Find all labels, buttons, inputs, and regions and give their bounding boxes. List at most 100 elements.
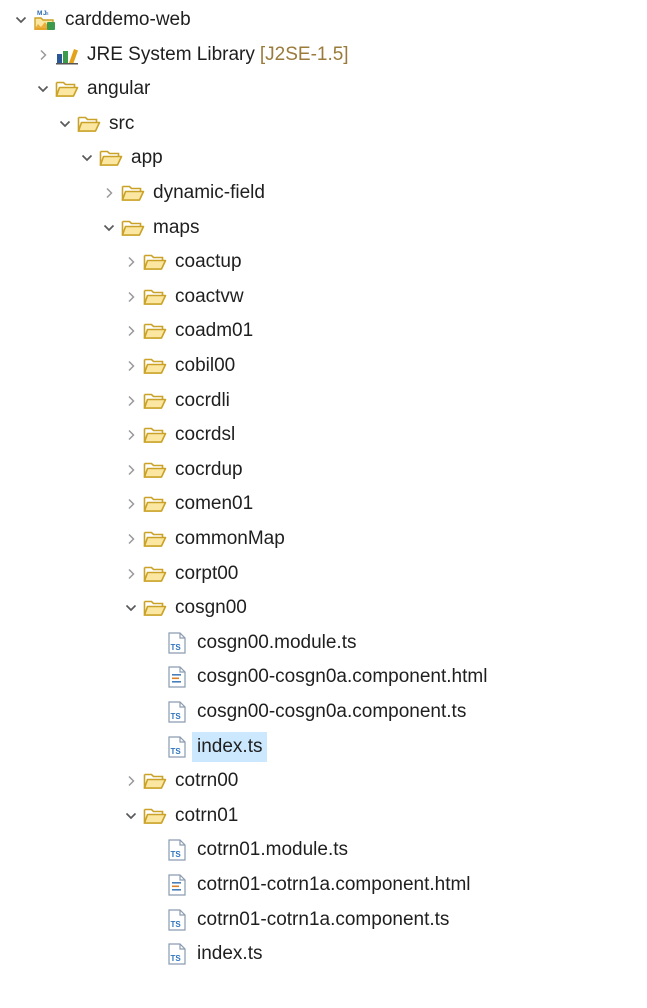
tree-item-label: carddemo-web: [65, 9, 191, 30]
tree-item-cotrn01-cotrn1a-component-ts[interactable]: TS cotrn01-cotrn1a.component.ts: [145, 905, 449, 935]
tree-item-cocrdup[interactable]: cocrdup: [123, 455, 243, 485]
tree-item-label: index.ts: [197, 943, 263, 965]
chevron-down-icon[interactable]: [123, 801, 139, 831]
tree-item-label: cocrdli: [175, 389, 230, 411]
folder-icon: [77, 112, 101, 136]
tree-item-cocrdli[interactable]: cocrdli: [123, 386, 230, 416]
typescript-file-icon: TS: [165, 631, 189, 655]
tree-item-label: coactup: [175, 251, 242, 273]
tree-item-commonmap[interactable]: commonMap: [123, 524, 285, 554]
tree-item-index-ts[interactable]: TS index.ts: [145, 939, 262, 969]
tree-item-label: cocrdsl: [175, 424, 236, 446]
tree-item-label: cotrn00: [175, 770, 239, 792]
html-file-icon: [165, 873, 189, 897]
tree-item-cotrn01[interactable]: cotrn01: [123, 801, 238, 831]
typescript-file-icon: TS: [165, 700, 189, 724]
folder-icon: [143, 804, 167, 828]
chevron-right-icon[interactable]: [123, 420, 139, 450]
tree-item-cotrn01-module-ts[interactable]: TS cotrn01.module.ts: [145, 835, 348, 865]
svg-text:TS: TS: [171, 712, 182, 721]
chevron-right-icon[interactable]: [123, 489, 139, 519]
tree-item-label: cosgn00: [175, 597, 247, 619]
tree-item-label: cotrn01-cotrn1a.component.html: [197, 874, 471, 895]
tree-item-label: JRE System Library: [87, 43, 255, 65]
folder-icon: [55, 77, 79, 101]
folder-icon: [143, 562, 167, 586]
tree-item-label: app: [131, 147, 163, 169]
folder-icon: [143, 354, 167, 378]
tree-item-coactup[interactable]: coactup: [123, 247, 242, 277]
chevron-right-icon[interactable]: [101, 178, 117, 208]
tree-item-cosgn00[interactable]: cosgn00: [123, 593, 247, 623]
tree-item-src[interactable]: src: [57, 109, 134, 139]
chevron-right-icon[interactable]: [123, 316, 139, 346]
chevron-down-icon[interactable]: [123, 593, 139, 623]
chevron-right-icon[interactable]: [123, 559, 139, 589]
chevron-right-icon[interactable]: [123, 524, 139, 554]
chevron-down-icon[interactable]: [101, 213, 117, 243]
tree-item-label: cosgn00-cosgn0a.component.ts: [197, 701, 467, 722]
chevron-down-icon[interactable]: [13, 5, 29, 35]
typescript-file-icon: TS: [165, 908, 189, 932]
svg-text:TS: TS: [171, 920, 182, 929]
svg-text:TS: TS: [171, 850, 182, 859]
typescript-file-icon: TS: [165, 735, 189, 759]
tree-item-cocrdsl[interactable]: cocrdsl: [123, 420, 235, 450]
tree-item-label: dynamic-field: [153, 182, 265, 203]
tree-item-label: index.ts: [192, 731, 268, 762]
library-icon: [55, 43, 79, 67]
folder-icon: [143, 527, 167, 551]
chevron-right-icon[interactable]: [123, 386, 139, 416]
tree-item-angular[interactable]: angular: [35, 74, 150, 104]
tree-item-label: cobil00: [175, 355, 236, 376]
web-project-icon: M J s: [33, 8, 57, 32]
chevron-right-icon[interactable]: [123, 766, 139, 796]
tree-item-cosgn00-cosgn0a-component-ts[interactable]: TS cosgn00-cosgn0a.component.ts: [145, 697, 466, 727]
chevron-down-icon[interactable]: [57, 109, 73, 139]
tree-item-label: comen01: [175, 493, 254, 515]
tree-item-carddemo-web[interactable]: M J s carddemo-web: [13, 5, 191, 35]
tree-item-corpt00[interactable]: corpt00: [123, 559, 238, 589]
tree-item-cotrn00[interactable]: cotrn00: [123, 766, 238, 796]
tree-item-cosgn00-cosgn0a-component-html[interactable]: cosgn00-cosgn0a.component.html: [145, 662, 487, 692]
folder-icon: [143, 285, 167, 309]
tree-item-dynamic-field[interactable]: dynamic-field: [101, 178, 265, 208]
tree-item-app[interactable]: app: [79, 143, 163, 173]
chevron-right-icon[interactable]: [123, 455, 139, 485]
svg-text:TS: TS: [171, 747, 182, 756]
chevron-right-icon[interactable]: [35, 40, 51, 70]
tree-item-cosgn00-module-ts[interactable]: TS cosgn00.module.ts: [145, 628, 357, 658]
chevron-down-icon[interactable]: [79, 143, 95, 173]
folder-icon: [143, 596, 167, 620]
svg-text:TS: TS: [171, 954, 182, 963]
tree-item-cobil00[interactable]: cobil00: [123, 351, 235, 381]
chevron-right-icon[interactable]: [123, 351, 139, 381]
tree-item-label: commonMap: [175, 528, 285, 549]
tree-item-label: coadm01: [175, 320, 254, 342]
chevron-right-icon[interactable]: [123, 282, 139, 312]
chevron-right-icon[interactable]: [123, 247, 139, 277]
folder-icon: [121, 216, 145, 240]
tree-item-index-ts[interactable]: TS index.ts: [145, 731, 268, 762]
tree-item-coactvw[interactable]: coactvw: [123, 282, 244, 312]
folder-icon: [143, 769, 167, 793]
tree-item-label: maps: [153, 216, 200, 238]
svg-text:TS: TS: [171, 643, 182, 652]
tree-item-cotrn01-cotrn1a-component-html[interactable]: cotrn01-cotrn1a.component.html: [145, 870, 471, 900]
folder-icon: [143, 389, 167, 413]
typescript-file-icon: TS: [165, 942, 189, 966]
folder-icon: [143, 458, 167, 482]
tree-item-decoration: [J2SE-1.5]: [259, 43, 349, 65]
tree-item-jre-system-library[interactable]: JRE System Library [J2SE-1.5]: [35, 40, 349, 70]
tree-item-comen01[interactable]: comen01: [123, 489, 253, 519]
tree-item-maps[interactable]: maps: [101, 213, 199, 243]
chevron-down-icon[interactable]: [35, 74, 51, 104]
html-file-icon: [165, 665, 189, 689]
folder-icon: [121, 181, 145, 205]
tree-item-label: cotrn01: [175, 804, 239, 826]
svg-text:M: M: [37, 10, 42, 17]
tree-item-label: cosgn00-cosgn0a.component.html: [197, 666, 488, 688]
tree-item-coadm01[interactable]: coadm01: [123, 316, 253, 346]
tree-item-label: cosgn00.module.ts: [197, 631, 357, 653]
tree-item-label: cotrn01.module.ts: [197, 839, 349, 861]
